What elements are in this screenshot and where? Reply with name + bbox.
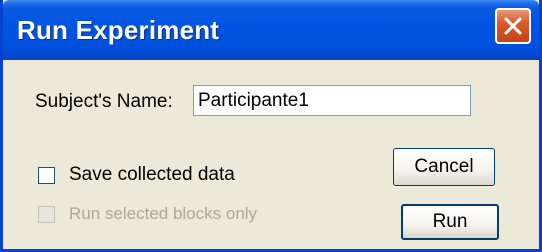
cancel-button-label: Cancel [414,156,474,177]
cancel-button[interactable]: Cancel [393,148,495,186]
title-bar[interactable]: Run Experiment [3,0,539,60]
run-button[interactable]: Run [401,204,499,240]
run-selected-blocks-label: Run selected blocks only [69,204,258,223]
run-selected-blocks-checkbox[interactable] [38,206,55,223]
subject-name-input[interactable] [193,85,471,116]
run-experiment-dialog: Run Experiment Subject's Name: Save coll… [0,0,542,252]
subject-name-label: Subject's Name: [35,91,173,112]
dialog-title: Run Experiment [17,15,220,45]
close-button[interactable] [495,8,531,44]
run-button-label: Run [432,211,468,232]
save-data-checkbox[interactable] [38,167,55,184]
close-icon [504,17,522,35]
save-data-label[interactable]: Save collected data [69,164,235,186]
